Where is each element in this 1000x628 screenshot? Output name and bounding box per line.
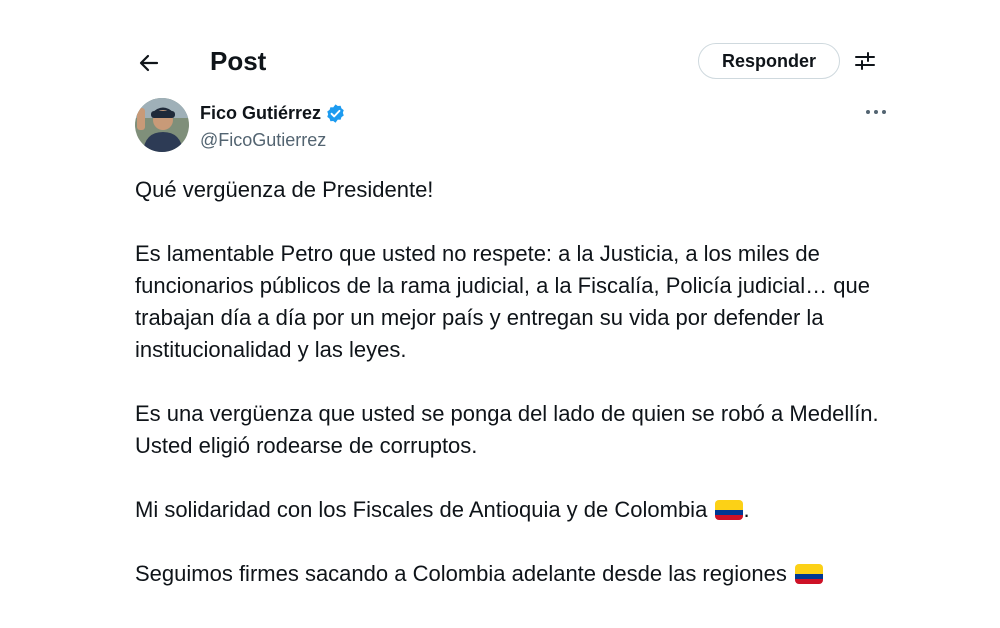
post-text: Qué vergüenza de Presidente! Es lamentab… (135, 174, 905, 622)
post-author: Fico Gutiérrez @FicoGutierrez (135, 98, 895, 154)
colombia-flag-icon (794, 564, 823, 584)
back-button[interactable] (132, 46, 166, 80)
user-handle[interactable]: @FicoGutierrez (200, 129, 326, 151)
post-paragraph-5-text: Seguimos firmes sacando a Colombia adela… (135, 561, 787, 586)
reply-button[interactable]: Responder (698, 43, 840, 79)
post-paragraph-5: Seguimos firmes sacando a Colombia adela… (135, 558, 905, 590)
arrow-left-icon (139, 54, 159, 72)
verified-badge-icon (327, 103, 344, 123)
more-options-button[interactable] (861, 102, 891, 122)
adjust-icon (855, 52, 875, 70)
post-paragraph-4-text: Mi solidaridad con los Fiscales de Antio… (135, 497, 708, 522)
display-name[interactable]: Fico Gutiérrez (200, 102, 321, 124)
top-bar: Post Responder (0, 40, 1000, 84)
post-paragraph-1: Qué vergüenza de Presidente! (135, 177, 434, 202)
avatar[interactable] (135, 98, 189, 152)
colombia-flag-icon (715, 500, 744, 520)
post-paragraph-3: Es una vergüenza que usted se ponga del … (135, 401, 879, 458)
page-title: Post (210, 46, 267, 76)
post-paragraph-4: Mi solidaridad con los Fiscales de Antio… (135, 494, 905, 526)
post-paragraph-2: Es lamentable Petro que usted no respete… (135, 241, 870, 362)
adjust-button[interactable] (850, 46, 880, 76)
post-paragraph-4-suffix: . (743, 497, 750, 522)
more-horizontal-icon (866, 110, 886, 114)
name-row: Fico Gutiérrez (200, 102, 346, 124)
